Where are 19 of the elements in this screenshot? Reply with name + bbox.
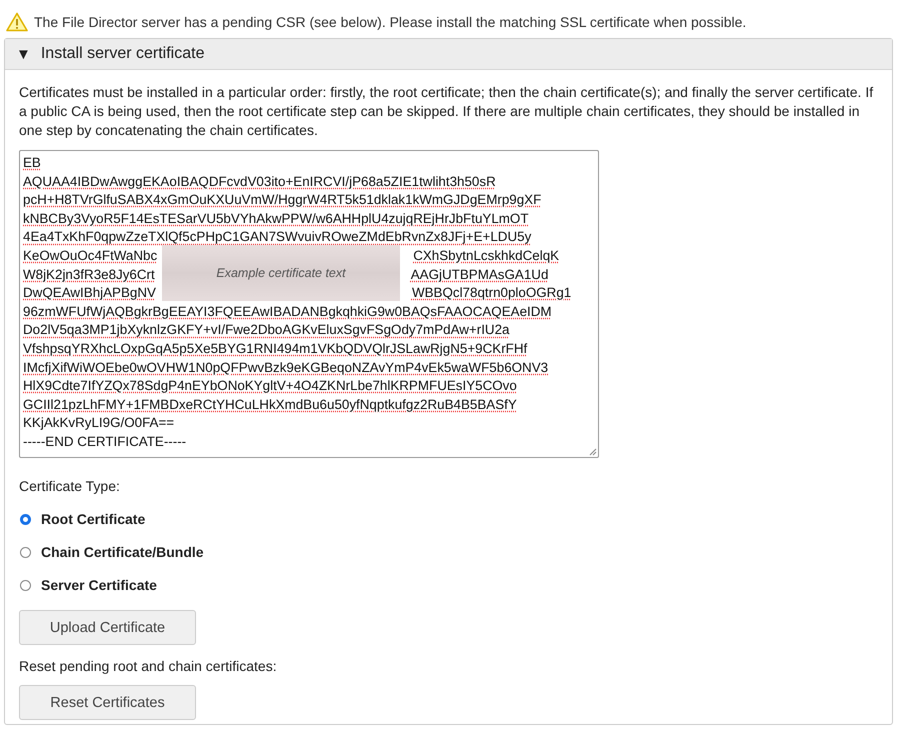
collapse-toggle[interactable]: ▼ xyxy=(16,46,31,62)
radio-button[interactable] xyxy=(20,580,31,590)
upload-button[interactable]: Upload Certificate xyxy=(19,610,196,645)
panel-header[interactable]: ▼ Install server certificate xyxy=(5,39,892,70)
radio-button[interactable] xyxy=(20,546,31,558)
radio-label[interactable]: Server Certificate xyxy=(41,577,157,593)
panel-title: Install server certificate xyxy=(40,45,204,63)
reset-button[interactable]: Reset Certificates xyxy=(19,685,196,720)
certificate-field[interactable]: EB AQUAA4IBDwAwggEKAoIBAQDFcvdV03ito+EnIRCVI/jP68a5ZIE1twliht3h50sR pcH+H8TVrGlfuSABX4xGmOuKXUuVmW/HggrW4RT5k51dklak1kWmGJDgEMrp9gXF kNBCBy3VyoR5F14EsTESarVU5bVYhAkwPPW/w6AHHplU4zujqREjHrJbFtuYLmOT 4Ea4TxKhF0qpwZzeTXlQf5cPHpC1GAN7SWvuivROweZMdEbRvnZx8JFj+E+LDU5y KeOwOuOc4FtWaNbc CXhSbytnLcskhkdCelqK W8jK2jn3fR3e8Jy6Crt AAGjUTBPMAsGA1Ud DwQEAwIBhjAPBgNV WBBQcl78qtrn0ploOGRg1 96zmWFUfWjAQBgkrBgEEAYI3FQEEAwIBADANBgkqhkiG9w0BAQsFAAOCAQEAeIDM Do2lV5qa3MP1jbXyknlzGKFY+vI/Fwe2DboAGKvEluxSgvFSgOdy7mPdAw+rIU2a VfshpsqYRXhcLOxpGqA5p5Xe5BYG1RNI494m1VKbQDVQlrJSLawRjgN5+9CKrFHf IMcfjXifWiWOEbe0wOVHW1N0pQFPwvBzk9eKGBeqoNZAvYmP4vEk5waWF5b6ONV3 HlX9Cdte7IfYZQx78SdgP4nEYbONoKYgltV+4O4ZKNrLbe7hlKRPMFUEsIY5COvo GCIIl21pzLhFMY+1FMBDxeRCtYHCuLHkXmdBu6u50yfNqptkufgz2RuB4B5BASfY KKjAkKvRyLI9G/O0FA== -----END CERTIFICATE----- Example certificate text xyxy=(19,150,599,458)
radio-button[interactable] xyxy=(20,514,31,524)
warning-message: The File Director server has a pending CSR (see below). Please install the matching SSL certificate when possible. xyxy=(34,14,746,30)
radio-label[interactable]: Chain Certificate/Bundle xyxy=(41,544,204,560)
instructions-text: Certificates must be installed in a particular order: firstly, the root certificate; then the chain certificate(s); and finally the server certificate. If a public CA is being used, then the root certificate step can be skipped. If there are multiple chain certificates, they should be installed in one step by concatenating the chain certificates. xyxy=(19,83,874,140)
certificate-type-label: Certificate Type: xyxy=(19,478,121,494)
reset-label: Reset pending root and chain certificates: xyxy=(19,658,278,674)
resize-grip-icon[interactable] xyxy=(589,448,597,456)
warning-icon xyxy=(6,12,28,32)
radio-label[interactable]: Root Certificate xyxy=(41,511,146,527)
blur-label: Example certificate text xyxy=(216,264,346,282)
